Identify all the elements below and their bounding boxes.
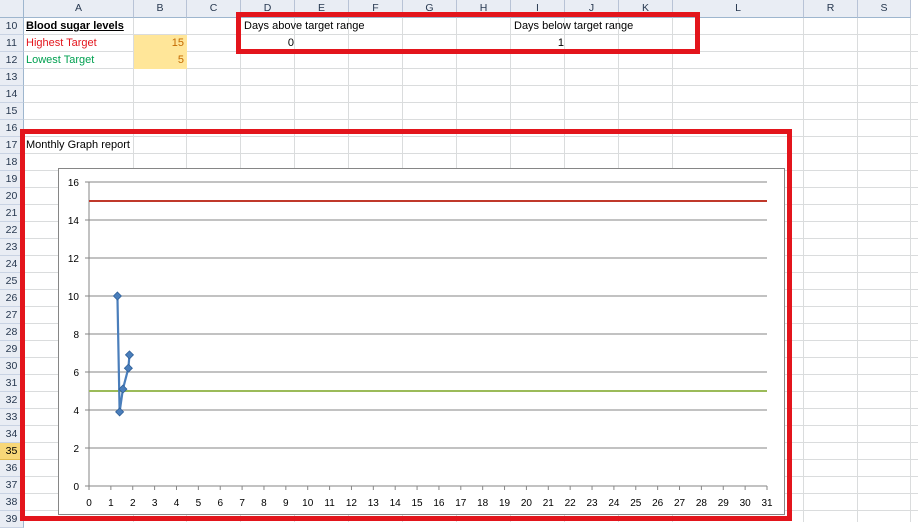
x-tick-label: 27 <box>674 498 686 509</box>
x-tick-label: 28 <box>696 498 708 509</box>
x-tick-label: 25 <box>630 498 642 509</box>
x-tick-label: 24 <box>608 498 620 509</box>
x-tick-label: 7 <box>239 498 245 509</box>
blood-sugar-point <box>123 363 133 373</box>
x-tick-label: 20 <box>521 498 533 509</box>
x-tick-label: 3 <box>152 498 158 509</box>
y-tick-label: 8 <box>73 330 79 341</box>
x-tick-label: 30 <box>740 498 752 509</box>
column-header-r[interactable]: R <box>804 0 858 18</box>
y-tick-label: 10 <box>68 292 80 303</box>
x-tick-label: 2 <box>130 498 136 509</box>
column-header-a[interactable]: A <box>24 0 134 18</box>
column-header-c[interactable]: C <box>187 0 241 18</box>
x-tick-label: 19 <box>499 498 511 509</box>
row-header-12[interactable]: 12 <box>0 52 24 69</box>
row-header-15[interactable]: 15 <box>0 103 24 120</box>
cell-highest-label[interactable]: Highest Target <box>26 35 97 52</box>
gridline <box>910 18 911 522</box>
x-tick-label: 5 <box>196 498 202 509</box>
x-tick-label: 1 <box>108 498 114 509</box>
x-tick-label: 29 <box>718 498 730 509</box>
select-all-corner[interactable] <box>0 0 24 18</box>
x-tick-label: 11 <box>324 498 335 509</box>
days-summary-highlight <box>236 12 700 54</box>
x-tick-label: 4 <box>174 498 180 509</box>
column-header-b[interactable]: B <box>134 0 187 18</box>
cell-lowest-label[interactable]: Lowest Target <box>26 52 94 69</box>
x-tick-label: 23 <box>586 498 598 509</box>
x-tick-label: 10 <box>302 498 314 509</box>
x-tick-label: 17 <box>455 498 467 509</box>
y-tick-label: 16 <box>68 178 80 189</box>
x-tick-label: 9 <box>283 498 289 509</box>
x-tick-label: 13 <box>368 498 380 509</box>
y-tick-label: 4 <box>73 406 79 417</box>
blood-sugar-point <box>115 407 125 417</box>
blood-sugar-point <box>112 291 122 301</box>
cell-title[interactable]: Blood sugar levels <box>26 18 124 35</box>
x-tick-label: 21 <box>543 498 555 509</box>
x-tick-label: 18 <box>477 498 489 509</box>
x-tick-label: 6 <box>217 498 223 509</box>
chart-svg: 02468101214160 1 2 3 4 5 6 7 8 9 10 11 12 13 14 15 16 17 1… <box>68 178 773 509</box>
column-header-s[interactable]: S <box>858 0 911 18</box>
y-tick-label: 6 <box>73 368 79 379</box>
y-tick-label: 12 <box>68 254 80 265</box>
x-tick-label: 22 <box>565 498 577 509</box>
cell-highest-value[interactable]: 15 <box>134 35 187 52</box>
x-tick-label: 12 <box>346 498 358 509</box>
x-tick-label: 0 <box>86 498 92 509</box>
y-tick-label: 14 <box>68 216 80 227</box>
row-header-11[interactable]: 11 <box>0 35 24 52</box>
blood-sugar-point <box>124 350 135 360</box>
x-tick-label: 8 <box>261 498 267 509</box>
gridline <box>857 18 858 522</box>
x-tick-label: 31 <box>761 498 773 509</box>
x-tick-label: 16 <box>433 498 445 509</box>
gridline <box>803 18 804 522</box>
y-tick-label: 2 <box>73 444 79 455</box>
x-tick-label: 26 <box>652 498 664 509</box>
row-header-10[interactable]: 10 <box>0 18 24 35</box>
blood-sugar-chart[interactable]: 0 2 4 6 8 10 12 14 16 0 1 2 3 4 5 6 7 8 9 10 11 12 13 14 15 16 17 1… <box>58 168 785 515</box>
row-header-14[interactable]: 14 <box>0 86 24 103</box>
cell-lowest-value[interactable]: 5 <box>134 52 187 69</box>
x-tick-label: 14 <box>390 498 402 509</box>
y-tick-label: 0 <box>73 482 79 493</box>
row-header-13[interactable]: 13 <box>0 69 24 86</box>
x-tick-label: 15 <box>412 498 424 509</box>
